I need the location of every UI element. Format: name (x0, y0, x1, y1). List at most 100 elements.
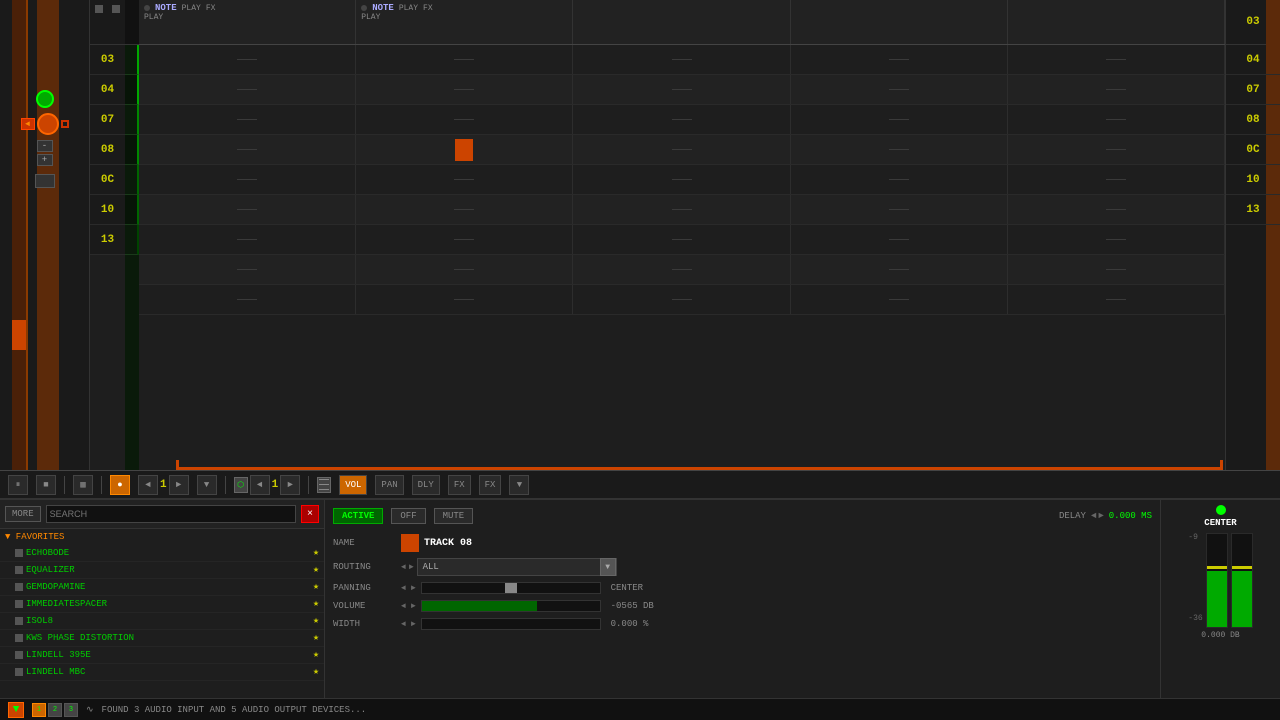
cell-3-3[interactable] (573, 105, 790, 134)
cell-6-5[interactable] (1008, 195, 1225, 224)
cell-9-5[interactable] (1008, 285, 1225, 314)
cell-3-1[interactable] (139, 105, 356, 134)
active-btn[interactable]: ACTIVE (333, 508, 383, 524)
cell-4-1[interactable] (139, 135, 356, 164)
volume-slider[interactable] (421, 600, 601, 612)
stop-btn[interactable]: ■ (36, 475, 56, 495)
pan-left-arrow[interactable]: ◄ (401, 584, 406, 593)
cell-8-2[interactable] (356, 255, 573, 284)
cell-6-3[interactable] (573, 195, 790, 224)
note-block-orange[interactable] (455, 139, 473, 161)
plugin-lindellmbc[interactable]: LINDELL MBC ★ (0, 664, 324, 681)
mixer-icon[interactable] (317, 477, 331, 493)
pause-btn[interactable]: ⏸ (8, 475, 28, 495)
cell-4-5[interactable] (1008, 135, 1225, 164)
grid-row-1[interactable] (139, 45, 1225, 75)
width-slider[interactable] (421, 618, 601, 630)
grid-btn[interactable]: ▦ (73, 475, 93, 495)
delay-right-arrow[interactable]: ► (1098, 511, 1103, 521)
routing-dropdown-arrow[interactable]: ▼ (600, 558, 616, 576)
mute-btn[interactable]: MUTE (434, 508, 474, 524)
cell-4-2-note[interactable] (356, 135, 573, 164)
star-isol8[interactable]: ★ (313, 615, 319, 627)
cell-3-5[interactable] (1008, 105, 1225, 134)
star-lindellmbc[interactable]: ★ (313, 666, 319, 678)
routing-dropdown-container[interactable]: ALL ▼ (417, 558, 617, 576)
seq-btn-1[interactable]: 1 (32, 703, 46, 717)
panning-slider[interactable] (421, 582, 601, 594)
vol-right-arrow[interactable]: ► (411, 602, 416, 611)
plugin-immediatespacer[interactable]: IMMEDIATESPACER ★ (0, 596, 324, 613)
cell-9-2[interactable] (356, 285, 573, 314)
vol-btn[interactable]: VOL (339, 475, 367, 495)
cell-4-4[interactable] (791, 135, 1008, 164)
plugin-gemdopamine[interactable]: GEMDOPAMINE ★ (0, 579, 324, 596)
plugin-kws[interactable]: KWS PHASE DISTORTION ★ (0, 630, 324, 647)
cell-5-4[interactable] (791, 165, 1008, 194)
cell-3-2[interactable] (356, 105, 573, 134)
grid-row-8[interactable] (139, 255, 1225, 285)
plugin-equalizer[interactable]: EQUALIZER ★ (0, 562, 324, 579)
pan-btn[interactable]: PAN (375, 475, 403, 495)
cell-8-1[interactable] (139, 255, 356, 284)
volume-handle[interactable] (12, 320, 26, 350)
cell-2-3[interactable] (573, 75, 790, 104)
dropdown-btn-2[interactable]: ▼ (509, 475, 529, 495)
cell-4-3[interactable] (573, 135, 790, 164)
plugin-lindell395e[interactable]: LINDELL 395E ★ (0, 647, 324, 664)
grid-row-6[interactable] (139, 195, 1225, 225)
cell-5-1[interactable] (139, 165, 356, 194)
cell-9-4[interactable] (791, 285, 1008, 314)
routing-right-arrow[interactable]: ► (409, 563, 414, 572)
seq-btn-3[interactable]: 3 (64, 703, 78, 717)
cell-7-3[interactable] (573, 225, 790, 254)
grid-row-5[interactable] (139, 165, 1225, 195)
cell-7-5[interactable] (1008, 225, 1225, 254)
cell-1-3[interactable] (573, 45, 790, 74)
cell-5-5[interactable] (1008, 165, 1225, 194)
star-echobode[interactable]: ★ (313, 547, 319, 559)
plus-btn[interactable]: + (37, 154, 53, 166)
star-gemdopamine[interactable]: ★ (313, 581, 319, 593)
settings-icon[interactable] (35, 174, 55, 188)
cell-7-4[interactable] (791, 225, 1008, 254)
record-btn[interactable] (37, 113, 59, 135)
star-immediatespacer[interactable]: ★ (313, 598, 319, 610)
panning-handle[interactable] (505, 583, 517, 593)
cell-5-2[interactable] (356, 165, 573, 194)
cell-6-2[interactable] (356, 195, 573, 224)
search-input[interactable] (46, 505, 296, 523)
cell-8-3[interactable] (573, 255, 790, 284)
delay-left-arrow[interactable]: ◄ (1091, 511, 1096, 521)
grid-row-2[interactable] (139, 75, 1225, 105)
grid-row-9[interactable] (139, 285, 1225, 315)
fx-btn-1[interactable]: FX (448, 475, 471, 495)
minus-btn[interactable]: - (37, 140, 53, 152)
cell-6-1[interactable] (139, 195, 356, 224)
dly-btn[interactable]: DLY (412, 475, 440, 495)
arrow-left-btn[interactable]: ◄ (21, 118, 35, 130)
cell-1-5[interactable] (1008, 45, 1225, 74)
vol-left-arrow[interactable]: ◄ (401, 602, 406, 611)
cell-8-5[interactable] (1008, 255, 1225, 284)
plugin-echobode[interactable]: ECHOBODE ★ (0, 545, 324, 562)
track-color-swatch[interactable] (401, 534, 419, 552)
star-equalizer[interactable]: ★ (313, 564, 319, 576)
cell-7-2[interactable] (356, 225, 573, 254)
cell-1-2[interactable] (356, 45, 573, 74)
cell-2-1[interactable] (139, 75, 356, 104)
cell-2-4[interactable] (791, 75, 1008, 104)
plugin-isol8[interactable]: ISOL8 ★ (0, 613, 324, 630)
cell-9-3[interactable] (573, 285, 790, 314)
cell-2-2[interactable] (356, 75, 573, 104)
dropdown-btn-1[interactable]: ▼ (197, 475, 217, 495)
cell-7-1[interactable] (139, 225, 356, 254)
cell-3-4[interactable] (791, 105, 1008, 134)
prev-track-btn[interactable]: ◄ (138, 475, 158, 495)
width-left-arrow[interactable]: ◄ (401, 620, 406, 629)
status-dropdown-btn[interactable]: ▼ (8, 702, 24, 718)
cell-1-1[interactable] (139, 45, 356, 74)
favorites-category[interactable]: ▼ FAVORITES (0, 529, 324, 545)
next-track-btn[interactable]: ► (169, 475, 189, 495)
grid-row-4[interactable] (139, 135, 1225, 165)
